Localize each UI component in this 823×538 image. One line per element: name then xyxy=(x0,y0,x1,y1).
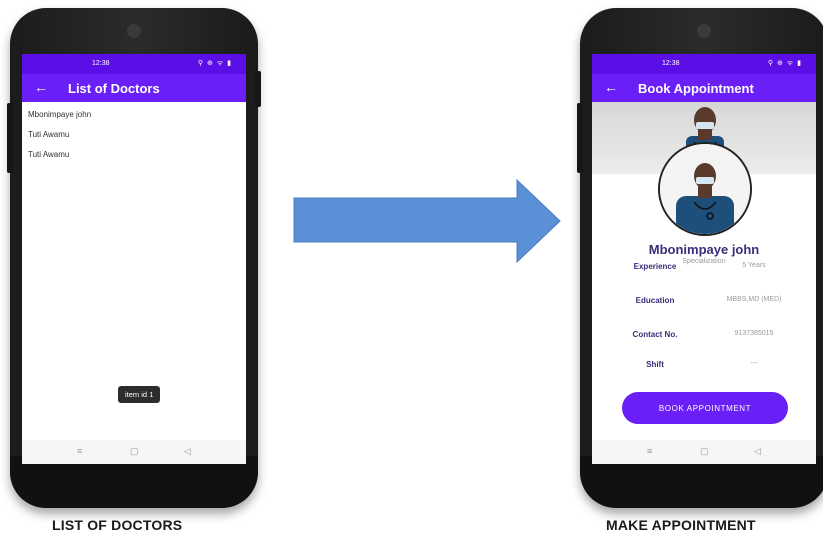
nav-bar: ≡ ▢ ◁ xyxy=(592,440,816,464)
status-icons: ⚲ ⊕ ᯤ ▮ xyxy=(767,60,802,67)
doctor-list-item[interactable]: Tuti Awamu xyxy=(22,125,246,145)
status-icons: ⚲ ⊕ ᯤ ▮ xyxy=(197,60,232,67)
avatar xyxy=(658,142,752,236)
back-icon[interactable]: ◁ xyxy=(754,446,761,457)
book-appointment-button[interactable]: BOOK APPOINTMENT xyxy=(622,392,788,424)
detail-value: 5 Years xyxy=(742,262,766,269)
doctor-name: Mbonimpaye john xyxy=(648,242,760,257)
detail-value: MBBS,MD (MED) xyxy=(726,296,782,303)
right-phone: 12:38 ⚲ ⊕ ᯤ ▮ ← Book Appointment Mbonimp… xyxy=(577,8,823,508)
nav-bar: ≡ ▢ ◁ xyxy=(22,440,246,464)
back-arrow-icon[interactable]: ← xyxy=(34,79,48,95)
detail-label: Shift xyxy=(646,360,664,369)
detail-row: Experience 5 Years xyxy=(592,262,816,274)
left-phone: 12:38 ⚲ ⊕ ᯤ ▮ ← List of Doctors Mbonimpa… xyxy=(7,8,261,508)
earpiece xyxy=(127,24,141,38)
doctor-avatar-image xyxy=(660,144,750,234)
detail-row: Education MBBS,MD (MED) xyxy=(592,296,816,308)
status-bar: 12:38 ⚲ ⊕ ᯤ ▮ xyxy=(592,54,816,74)
side-button xyxy=(577,103,583,173)
flow-arrow-icon xyxy=(293,178,561,264)
app-bar: ← List of Doctors xyxy=(22,74,246,102)
right-caption: MAKE APPOINTMENT xyxy=(606,517,756,533)
menu-icon[interactable]: ≡ xyxy=(647,446,652,456)
detail-value: 9137385015 xyxy=(734,330,774,337)
status-time: 12:38 xyxy=(92,60,110,67)
detail-row: Shift --- xyxy=(592,360,816,372)
toast-message: item id 1 xyxy=(118,386,161,403)
side-button xyxy=(7,103,13,173)
status-bar: 12:38 ⚲ ⊕ ᯤ ▮ xyxy=(22,54,246,74)
page-title: Book Appointment xyxy=(638,81,754,96)
app-bar: ← Book Appointment xyxy=(592,74,816,102)
home-icon[interactable]: ▢ xyxy=(700,446,709,457)
earpiece xyxy=(697,24,711,38)
left-caption: LIST OF DOCTORS xyxy=(52,517,183,533)
detail-label: Experience xyxy=(633,262,677,271)
doctor-list-item[interactable]: Mbonimpaye john xyxy=(22,105,246,125)
detail-label: Contact No. xyxy=(632,330,678,339)
page-title: List of Doctors xyxy=(68,81,160,96)
detail-label: Education xyxy=(635,296,675,305)
detail-value: --- xyxy=(750,360,758,367)
doctor-list-item[interactable]: Tuti Awamu xyxy=(22,145,246,165)
detail-row: Contact No. 9137385015 xyxy=(592,330,816,342)
left-screen: 12:38 ⚲ ⊕ ᯤ ▮ ← List of Doctors Mbonimpa… xyxy=(22,54,246,464)
back-arrow-icon[interactable]: ← xyxy=(604,79,618,95)
status-time: 12:38 xyxy=(662,60,680,67)
right-screen: 12:38 ⚲ ⊕ ᯤ ▮ ← Book Appointment Mbonimp… xyxy=(592,54,816,464)
back-icon[interactable]: ◁ xyxy=(184,446,191,457)
side-button xyxy=(255,71,261,107)
menu-icon[interactable]: ≡ xyxy=(77,446,82,456)
home-icon[interactable]: ▢ xyxy=(130,446,139,457)
